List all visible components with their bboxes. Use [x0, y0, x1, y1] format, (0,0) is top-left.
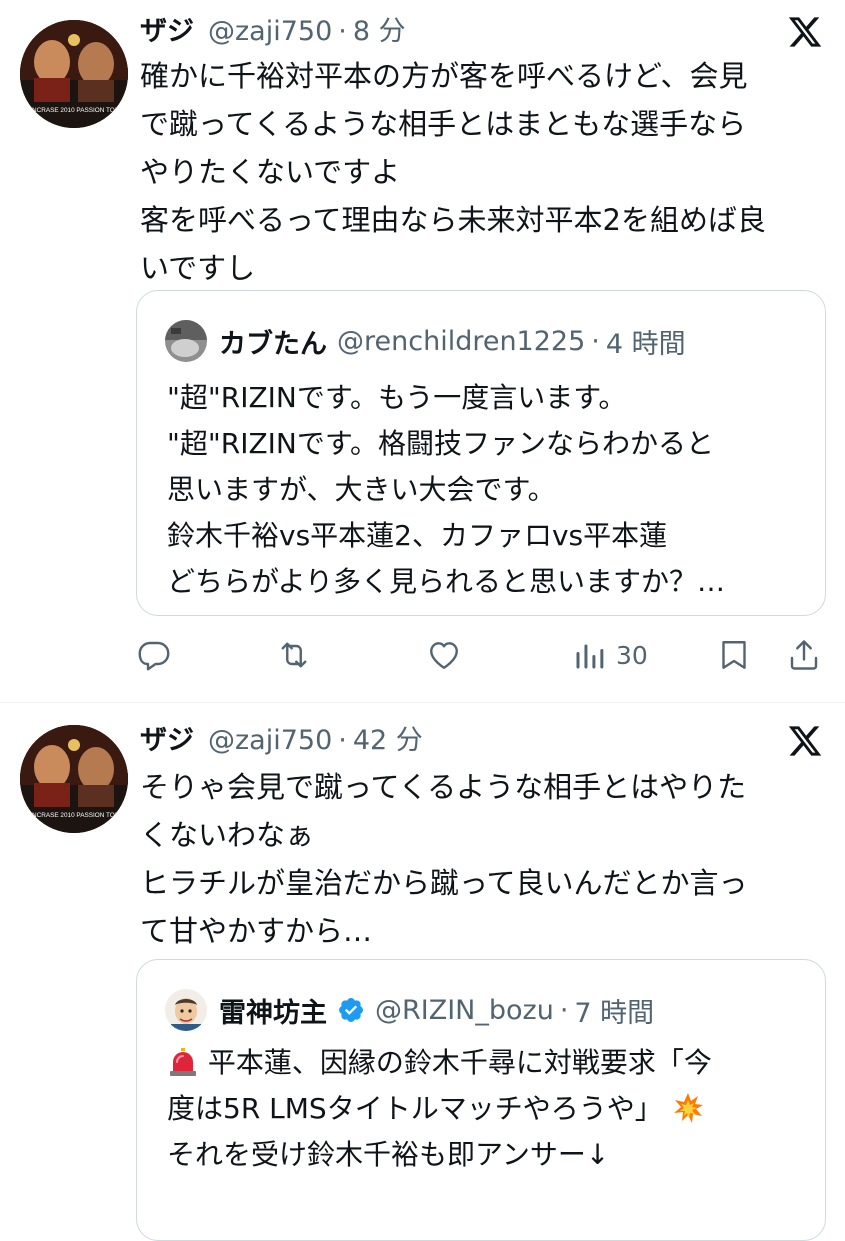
- quoted-author-name[interactable]: カブたん: [219, 322, 327, 361]
- tweet-text-line: で蹴ってくるような相手とはまともな選手なら: [140, 107, 747, 141]
- author-handle[interactable]: @zaji750: [208, 12, 332, 52]
- quoted-text-line: 度は5R LMSタイトルマッチやろうや」: [167, 1086, 807, 1132]
- tweet-item[interactable]: PANCRASE 2010 PASSION TOUR ザジ @zaji750 ·…: [0, 0, 845, 702]
- avatar-banner-text: PANCRASE 2010 PASSION TOUR: [24, 107, 124, 114]
- bookmark-icon: [722, 641, 746, 669]
- tweet-text-line: 客を呼べるって理由なら未来対平本2を組めば良: [140, 203, 767, 237]
- like-icon: [430, 642, 458, 669]
- views-button[interactable]: 30: [572, 632, 648, 678]
- tweet-text-line: 確かに千裕対平本の方が客を呼べるけど、会見: [140, 59, 748, 93]
- quoted-text-line: 鈴木千裕vs平本蓮2、カファロvs平本蓮: [167, 519, 668, 552]
- quoted-text-line-content: 度は5R LMSタイトルマッチやろうや」: [167, 1092, 663, 1125]
- quoted-tweet-text: 平本蓮、因縁の鈴木千尋に対戦要求「今 度は5R LMSタイトルマッチやろうや」 …: [167, 1040, 807, 1178]
- quoted-text-line: 思いますが、大きい大会です。: [167, 473, 556, 506]
- author-handle[interactable]: @zaji750: [208, 721, 332, 761]
- views-icon: [576, 644, 604, 669]
- separator-dot: ·: [338, 16, 347, 47]
- tweet-text-line: て甘やかすから…: [140, 914, 373, 948]
- share-icon: [790, 640, 818, 670]
- tweet-text: そりゃ会見で蹴ってくるような相手とはやりた くないわなぁ ヒラチルが皇治だから蹴…: [140, 763, 830, 955]
- tweet-text-line: やりたくないですよ: [140, 155, 401, 189]
- quoted-author-handle[interactable]: @renchildren1225: [337, 326, 585, 357]
- quoted-text-line: それを受け鈴木千裕も即アンサー↓: [167, 1138, 610, 1171]
- reply-icon: [138, 641, 170, 671]
- author-name[interactable]: ザジ: [140, 12, 194, 52]
- retweet-button[interactable]: [276, 632, 312, 678]
- share-button[interactable]: [786, 632, 822, 678]
- quoted-text-line: "超"RIZINです。格闘技ファンならわかると: [167, 427, 715, 460]
- quoted-tweet-timestamp[interactable]: 7 時間: [574, 991, 654, 1030]
- x-logo-icon[interactable]: [787, 723, 823, 759]
- quoted-text-line: どちらがより多く見られると思いますか？…: [167, 565, 726, 598]
- views-count: 30: [616, 640, 648, 670]
- tweet-text-line: くないわなぁ: [140, 818, 315, 852]
- separator-dot: ·: [338, 725, 347, 756]
- tweet-timestamp[interactable]: 42 分: [353, 721, 423, 761]
- quoted-text-line: 平本蓮、因縁の鈴木千尋に対戦要求「今: [167, 1040, 807, 1086]
- verified-badge-icon: [339, 998, 363, 1022]
- tweet-item[interactable]: PANCRASE 2010 PASSION TOUR ザジ @zaji750 ·…: [0, 703, 845, 1241]
- siren-emoji-icon: [170, 1048, 196, 1076]
- quoted-author-handle[interactable]: @RIZIN_bozu: [375, 995, 554, 1026]
- tweet-text-line: ヒラチルが皇治だから蹴って良いんだとか言っ: [140, 866, 748, 900]
- tweet-text: 確かに千裕対平本の方が客を呼べるけど、会見 で蹴ってくるような相手とはまともな選…: [140, 52, 830, 292]
- separator-dot: ·: [591, 325, 600, 357]
- tweet-actions-bar: 30: [136, 632, 826, 678]
- tweet-text-line: そりゃ会見で蹴ってくるような相手とはやりた: [140, 770, 747, 804]
- quoted-tweet[interactable]: 雷神坊主 @RIZIN_bozu · 7 時間 平本蓮、因縁の鈴木千尋に対戦要求…: [136, 959, 826, 1241]
- quoted-tweet[interactable]: カブたん @renchildren1225 · 4 時間 "超"RIZINです。…: [136, 290, 826, 616]
- author-avatar[interactable]: PANCRASE 2010 PASSION TOUR: [20, 725, 128, 833]
- bookmark-button[interactable]: [716, 632, 752, 678]
- tweet-timestamp[interactable]: 8 分: [353, 12, 406, 52]
- separator-dot: ·: [559, 994, 569, 1026]
- collision-emoji-icon: [673, 1093, 703, 1123]
- quoted-text-line-content: 平本蓮、因縁の鈴木千尋に対戦要求「今: [207, 1046, 712, 1079]
- author-avatar[interactable]: PANCRASE 2010 PASSION TOUR: [20, 20, 128, 128]
- quoted-tweet-header: 雷神坊主 @RIZIN_bozu · 7 時間: [165, 988, 654, 1032]
- quoted-tweet-text: "超"RIZINです。もう一度言います。 "超"RIZINです。格闘技ファンなら…: [167, 375, 807, 605]
- quoted-tweet-timestamp[interactable]: 4 時間: [606, 322, 686, 361]
- tweet-text-line: いですし: [140, 251, 256, 285]
- avatar-banner-text: PANCRASE 2010 PASSION TOUR: [24, 812, 124, 819]
- quoted-text-line: "超"RIZINです。もう一度言います。: [167, 381, 627, 414]
- x-logo-icon[interactable]: [787, 14, 823, 50]
- quoted-tweet-header: カブたん @renchildren1225 · 4 時間: [165, 319, 686, 363]
- reply-button[interactable]: [136, 632, 172, 678]
- like-button[interactable]: [426, 632, 462, 678]
- author-name[interactable]: ザジ: [140, 721, 194, 761]
- quoted-author-avatar[interactable]: [165, 320, 207, 362]
- quoted-author-name[interactable]: 雷神坊主: [219, 991, 327, 1030]
- tweet-header: ザジ @zaji750 · 42 分: [140, 721, 423, 761]
- retweet-icon: [281, 642, 307, 668]
- tweet-header: ザジ @zaji750 · 8 分: [140, 12, 406, 52]
- quoted-author-avatar[interactable]: [165, 989, 207, 1031]
